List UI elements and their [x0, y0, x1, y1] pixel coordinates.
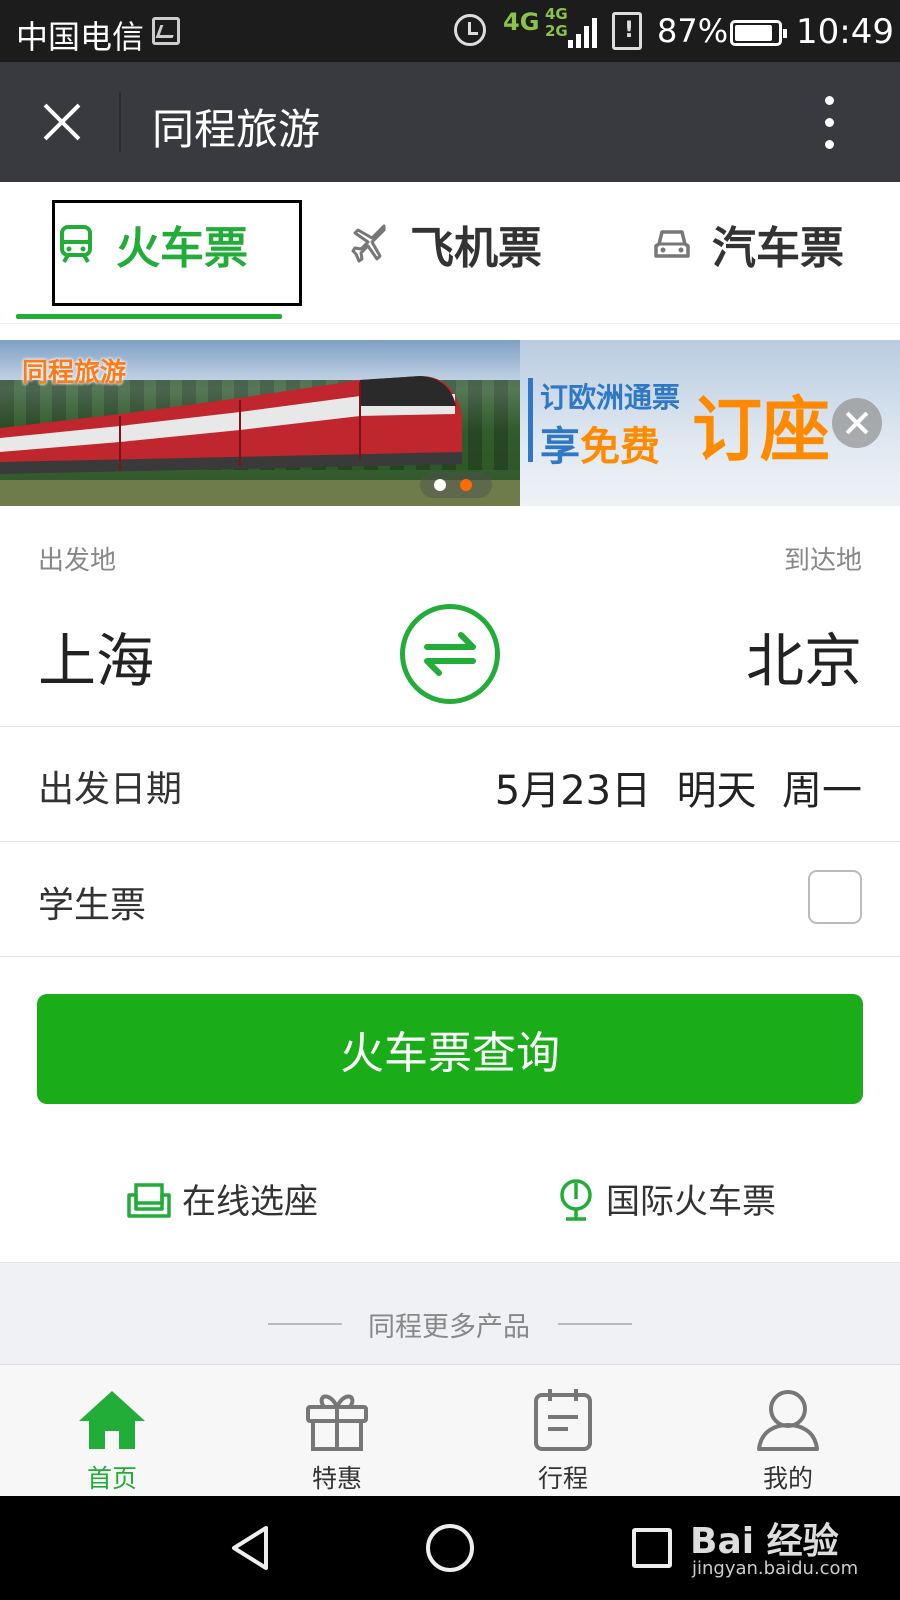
tab-highlight-box	[52, 200, 302, 306]
date-value: 5月23日	[494, 768, 652, 814]
nav-deals-label: 特惠	[311, 1464, 362, 1493]
swap-arrows-icon	[424, 632, 476, 676]
image-notification-icon	[152, 17, 180, 45]
date-label: 出发日期	[38, 769, 183, 810]
international-train-label: 国际火车票	[606, 1182, 776, 1222]
watermark-brand: Bai 经验	[690, 1521, 839, 1562]
nav-itinerary-label: 行程	[537, 1464, 588, 1493]
swap-cities-button[interactable]	[400, 604, 500, 704]
carrier-name: 中国电信	[16, 18, 145, 56]
close-banner-icon[interactable]	[832, 398, 882, 448]
more-products-section: 同程更多产品	[0, 1262, 900, 1364]
airplane-icon	[351, 224, 386, 263]
nav-deals[interactable]: 特惠	[277, 1387, 397, 1495]
date-weekday: 周一	[782, 768, 862, 814]
signal-icon	[568, 14, 598, 48]
app-titlebar: 同程旅游	[0, 62, 900, 182]
online-seat-label: 在线选座	[182, 1182, 318, 1222]
gift-icon	[306, 1394, 368, 1451]
banner-accent-bar	[528, 378, 533, 462]
more-options-icon[interactable]	[820, 96, 840, 150]
battery-icon	[730, 20, 787, 46]
back-icon[interactable]	[228, 1524, 272, 1572]
battery-percent: 87%	[657, 12, 729, 50]
status-bar: 中国电信 4G 4G 2G 87% 10:49	[0, 0, 900, 62]
close-icon[interactable]	[40, 100, 84, 144]
nav-home-label: 首页	[86, 1464, 137, 1493]
sim-alert-icon	[612, 12, 642, 50]
nav-profile-label: 我的	[762, 1464, 813, 1493]
network-secondary-4g: 4G	[545, 5, 568, 23]
banner-pagination	[420, 472, 492, 498]
home-icon	[79, 1391, 145, 1449]
train-search-button[interactable]: 火车票查询	[37, 994, 863, 1104]
tab-label-bus: 汽车票	[712, 223, 844, 274]
banner-line2: 享免费	[540, 414, 660, 472]
tab-flight-tickets[interactable]: 飞机票	[350, 214, 542, 274]
alarm-icon	[454, 14, 486, 46]
date-relative: 明天	[676, 768, 757, 814]
itinerary-icon	[534, 1389, 592, 1451]
bottom-navigation: 首页 特惠 行程 我的	[0, 1364, 900, 1496]
seat-icon	[127, 1182, 171, 1218]
banner-line3: 订座	[692, 389, 830, 471]
banner-line2-highlight: 免费	[580, 424, 660, 470]
nav-home[interactable]: 首页	[52, 1387, 172, 1495]
page-title: 同程旅游	[152, 105, 321, 154]
home-button-icon[interactable]	[426, 1524, 474, 1572]
international-train-link[interactable]: 国际火车票	[556, 1174, 776, 1223]
online-seat-selection-link[interactable]: 在线选座	[126, 1174, 318, 1223]
student-ticket-label: 学生票	[38, 885, 147, 926]
divider-1	[0, 726, 900, 727]
student-ticket-checkbox[interactable]	[808, 870, 862, 924]
more-products-title: 同程更多产品	[368, 1312, 530, 1343]
more-products-line-right	[558, 1323, 632, 1325]
battery-fill	[735, 25, 772, 41]
bus-icon	[654, 230, 690, 258]
nav-profile[interactable]: 我的	[728, 1387, 848, 1495]
nav-itinerary[interactable]: 行程	[503, 1387, 623, 1495]
international-train-icon	[560, 1178, 592, 1221]
banner-dot-1[interactable]	[434, 479, 446, 491]
date-selector[interactable]: 5月23日 明天 周一	[495, 758, 862, 816]
banner-brand: 同程旅游	[22, 358, 127, 388]
product-tabs: 火车票 飞机票 汽车票	[0, 182, 900, 324]
network-secondary-2g: 2G	[545, 22, 568, 40]
banner-line1: 订欧洲通票	[540, 381, 681, 414]
watermark-url: jingyan.baidu.com	[692, 1558, 859, 1579]
active-tab-indicator	[16, 314, 282, 319]
departure-label: 出发地	[38, 546, 117, 576]
profile-icon	[757, 1390, 819, 1451]
divider-3	[0, 956, 900, 957]
departure-city[interactable]: 上海	[38, 614, 154, 698]
system-navigation-bar: Bai 经验 jingyan.baidu.com	[0, 1496, 900, 1600]
arrival-city[interactable]: 北京	[746, 614, 862, 698]
divider-2	[0, 841, 900, 842]
banner-dot-2[interactable]	[460, 479, 472, 491]
network-type: 4G	[503, 8, 540, 36]
tab-bus-tickets[interactable]: 汽车票	[652, 214, 844, 274]
titlebar-divider	[119, 92, 121, 152]
network-secondary: 4G 2G	[545, 6, 568, 40]
tab-label-flight: 飞机票	[410, 223, 542, 274]
clock: 10:49	[796, 12, 894, 52]
arrival-label: 到达地	[783, 546, 862, 576]
banner-line2-prefix: 享	[540, 424, 580, 470]
more-products-line-left	[268, 1323, 342, 1325]
recent-apps-icon[interactable]	[632, 1528, 672, 1568]
